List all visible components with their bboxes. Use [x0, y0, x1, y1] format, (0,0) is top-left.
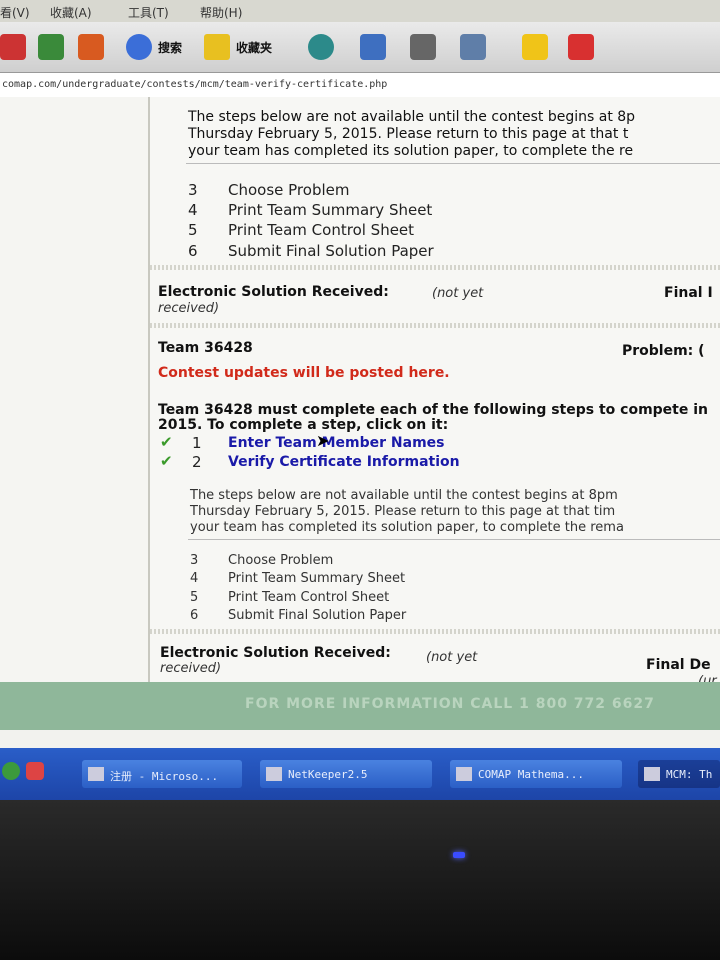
windows-taskbar: 注册 - Microso... NetKeeper2.5 COMAP Mathe…	[0, 748, 720, 800]
address-url[interactable]: comap.com/undergraduate/contests/mcm/tea…	[2, 79, 387, 90]
print-icon[interactable]	[410, 34, 436, 60]
team-intro: Team 36428 must complete each of the fol…	[158, 402, 709, 418]
step-number: 3	[190, 553, 199, 568]
taskbar-item-label: MCM: Th	[666, 768, 713, 781]
quicklaunch-icon[interactable]	[26, 762, 44, 780]
menu-bar: 看(V) 收藏(A) 工具(T) 帮助(H)	[0, 0, 720, 22]
taskbar-item-label: 注册 - Microso...	[110, 770, 219, 783]
contest-updates: Contest updates will be posted here.	[158, 365, 450, 381]
home-icon[interactable]	[78, 34, 104, 60]
page-content: The steps below are not available until …	[148, 97, 720, 682]
section-separator	[150, 323, 720, 328]
team-intro-cont: 2015. To complete a step, click on it:	[158, 417, 449, 433]
problem-label: Problem: (	[622, 343, 705, 359]
left-margin	[0, 97, 148, 682]
quicklaunch-icon[interactable]	[2, 762, 20, 780]
history-icon[interactable]	[308, 34, 334, 60]
page-footer: FOR MORE INFORMATION CALL 1 800 772 6627	[0, 682, 720, 730]
notice-line: The steps below are not available until …	[190, 488, 618, 503]
verify-certificate-link[interactable]: Verify Certificate Information	[228, 454, 460, 470]
step-print-control: Print Team Control Sheet	[228, 590, 390, 605]
search-button-label[interactable]: 搜索	[158, 39, 182, 56]
taskbar-item-comap[interactable]: COMAP Mathema...	[450, 760, 622, 788]
taskbar-item-label: NetKeeper2.5	[288, 768, 368, 781]
screen: 看(V) 收藏(A) 工具(T) 帮助(H) 搜索 收藏夹 comap.com/…	[0, 0, 720, 800]
enter-team-member-names-link[interactable]: Enter Team Member Names	[228, 435, 444, 451]
final-value: (ur	[698, 674, 717, 682]
refresh-icon[interactable]	[38, 34, 64, 60]
step-number: 5	[188, 221, 198, 239]
monitor-bezel	[0, 800, 720, 960]
messenger-icon[interactable]	[522, 34, 548, 60]
step-number: 4	[188, 201, 198, 219]
menu-help[interactable]: 帮助(H)	[200, 4, 242, 21]
favorites-button-label[interactable]: 收藏夹	[236, 39, 272, 56]
final-label: Final De	[646, 657, 711, 673]
step-number: 4	[190, 571, 199, 586]
notice-line: your team has completed its solution pap…	[188, 143, 634, 159]
word-icon	[88, 767, 104, 781]
section-separator	[150, 629, 720, 634]
esr-value: (not yet	[426, 650, 478, 665]
mail-icon[interactable]	[360, 34, 386, 60]
step-print-summary: Print Team Summary Sheet	[228, 571, 406, 586]
research-icon[interactable]	[568, 34, 594, 60]
address-bar[interactable]: comap.com/undergraduate/contests/mcm/tea…	[0, 73, 720, 98]
menu-favorites[interactable]: 收藏(A)	[50, 4, 92, 21]
divider	[188, 539, 720, 540]
notice-line: Thursday February 5, 2015. Please return…	[190, 504, 616, 519]
esr-value-cont: received)	[158, 301, 220, 316]
mouse-cursor-icon: ➤	[316, 431, 330, 450]
taskbar-item-word[interactable]: 注册 - Microso...	[82, 760, 242, 788]
taskbar-item-netkeeper[interactable]: NetKeeper2.5	[260, 760, 432, 788]
step-number: 3	[188, 181, 198, 199]
step-choose-problem: Choose Problem	[228, 181, 350, 199]
ie-icon	[644, 767, 660, 781]
step-number: 2	[192, 453, 202, 471]
footer-text: FOR MORE INFORMATION CALL 1 800 772 6627	[245, 696, 655, 712]
power-led-icon	[453, 852, 465, 858]
step-number: 1	[192, 434, 202, 452]
edit-icon[interactable]	[460, 34, 486, 60]
ie-icon	[456, 767, 472, 781]
esr-label: Electronic Solution Received:	[160, 645, 391, 661]
menu-tools[interactable]: 工具(T)	[128, 4, 169, 21]
step-submit-paper: Submit Final Solution Paper	[228, 242, 434, 260]
search-icon[interactable]	[126, 34, 152, 60]
taskbar-item-label: COMAP Mathema...	[478, 768, 584, 781]
menu-view[interactable]: 看(V)	[0, 4, 30, 21]
step-number: 6	[190, 608, 199, 623]
netkeeper-icon	[266, 767, 282, 781]
section-separator	[150, 265, 720, 270]
step-print-control: Print Team Control Sheet	[228, 221, 415, 239]
notice-line: The steps below are not available until …	[188, 109, 636, 125]
esr-value: (not yet	[432, 286, 484, 301]
step-choose-problem: Choose Problem	[228, 553, 334, 568]
step-submit-paper: Submit Final Solution Paper	[228, 608, 407, 623]
notice-line: your team has completed its solution pap…	[190, 520, 624, 535]
check-icon: ✔	[160, 452, 173, 470]
check-icon: ✔	[160, 433, 173, 451]
esr-value-cont: received)	[160, 661, 222, 676]
stop-icon[interactable]	[0, 34, 26, 60]
step-number: 6	[188, 242, 198, 260]
divider	[186, 163, 720, 164]
team-title: Team 36428	[158, 340, 253, 356]
step-print-summary: Print Team Summary Sheet	[228, 201, 433, 219]
taskbar-item-mcm[interactable]: MCM: Th	[638, 760, 720, 788]
browser-toolbar: 搜索 收藏夹	[0, 22, 720, 73]
final-label: Final I	[664, 285, 713, 301]
step-number: 5	[190, 590, 199, 605]
notice-line: Thursday February 5, 2015. Please return…	[188, 126, 629, 142]
esr-label: Electronic Solution Received:	[158, 284, 389, 300]
favorites-icon[interactable]	[204, 34, 230, 60]
